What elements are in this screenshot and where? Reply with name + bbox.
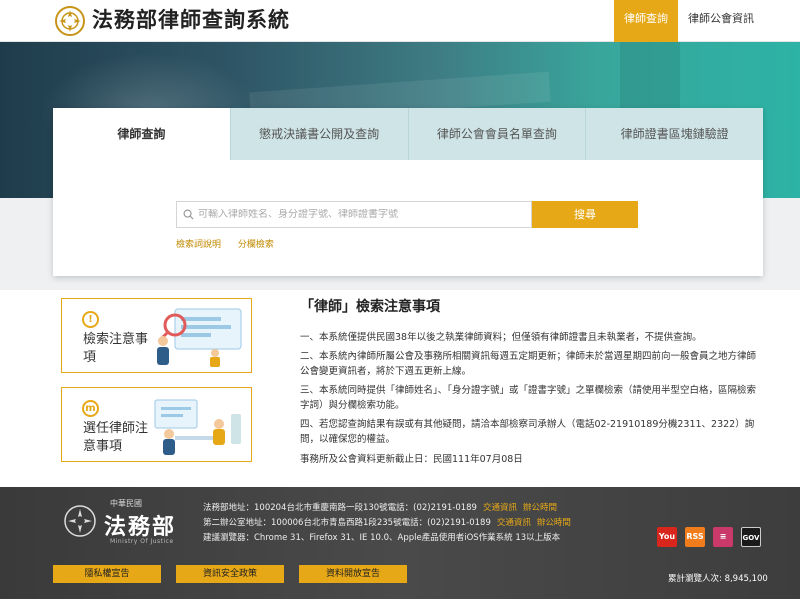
search-input[interactable]: [194, 209, 531, 220]
notes-item: 三、本系統同時提供「律師姓名」、「身分證字號」或「證書字號」之單欄檢索（請使用半…: [300, 385, 757, 411]
search-notes: 「律師」檢索注意事項 一、本系統僅提供民國38年以後之執業律師資料；但僅領有律師…: [300, 296, 760, 465]
privacy-policy-button[interactable]: 隱私權宣告: [53, 565, 161, 583]
side-card-label: 選任律師注意事項: [83, 421, 149, 454]
site-footer: 中華民國 法務部 Ministry Of Justice 法務部地址：10020…: [0, 487, 800, 599]
nav-bar-association-info[interactable]: 律師公會資訊: [678, 0, 764, 42]
search-icon: [183, 209, 194, 220]
ministry-emblem-icon: [64, 505, 96, 537]
top-nav: 律師查詢 律師公會資訊: [614, 0, 764, 42]
office-hours-link[interactable]: 辦公時間: [523, 503, 557, 513]
footer-org-name: 法務部: [104, 514, 177, 540]
site-header: 法務部律師查詢系統 律師查詢 律師公會資訊: [0, 0, 800, 42]
browser-recommendation: 建議瀏覽器：Chrome 31、Firefox 31、IE 10.0、Apple…: [203, 533, 561, 543]
search-tabs: 律師查詢 懲戒決議書公開及查詢 律師公會會員名單查詢 律師證書區塊鏈驗證: [53, 108, 763, 160]
footer-org-prefix: 中華民國: [110, 499, 142, 508]
search-button[interactable]: 搜尋: [532, 201, 638, 228]
nav-lawyer-search[interactable]: 律師查詢: [614, 0, 678, 42]
traffic-info-link[interactable]: 交通資訊: [497, 518, 531, 528]
document-icon: m: [82, 400, 99, 417]
search-row: 搜尋: [176, 201, 638, 228]
notes-item: 四、若您認查詢結果有誤或有其他疑問，請洽本部檢察司承辦人（電話02-219101…: [300, 419, 755, 445]
tab-lawyer-search[interactable]: 律師查詢: [53, 108, 230, 160]
office-hours-link[interactable]: 辦公時間: [537, 518, 571, 528]
notes-item: 一、本系統僅提供民國38年以後之執業律師資料；但僅領有律師證書且未執業者，不提供…: [300, 332, 702, 343]
search-card: 律師查詢 懲戒決議書公開及查詢 律師公會會員名單查詢 律師證書區塊鏈驗證 搜尋 …: [53, 108, 763, 276]
youtube-icon[interactable]: You: [657, 527, 677, 547]
traffic-info-link[interactable]: 交通資訊: [483, 503, 517, 513]
site-title[interactable]: 法務部律師查詢系統: [92, 6, 290, 34]
notes-title: 「律師」檢索注意事項: [300, 299, 440, 315]
second-office-address: 第二辦公室地址：100006台北市青島西路1段235號電話：(02)2191-0…: [203, 518, 491, 528]
ministry-logo-icon[interactable]: [54, 5, 86, 37]
notes-item: 二、本系統內律師所屬公會及事務所相關資訊每週五定期更新；律師未於當週星期四前向一…: [300, 351, 757, 377]
rss-icon[interactable]: RSS: [685, 527, 705, 547]
open-data-button[interactable]: 資料開放宣告: [299, 565, 407, 583]
search-box: [176, 201, 532, 228]
meeting-illustration-icon: [154, 399, 241, 455]
side-card-label: 檢索注意事項: [83, 332, 149, 365]
search-help-links: 檢索詞說明 分欄檢索: [176, 237, 288, 250]
lawyer-selection-notes-card[interactable]: m 選任律師注意事項: [61, 387, 252, 462]
main-office-address: 法務部地址：100204台北市重慶南路一段130號電話：(02)2191-018…: [203, 503, 477, 513]
list-icon[interactable]: ≡: [713, 527, 733, 547]
footer-buttons: 隱私權宣告 資訊安全政策 資料開放宣告: [53, 565, 407, 583]
search-terms-help-link[interactable]: 檢索詞說明: [176, 240, 221, 250]
tab-blockchain-verify[interactable]: 律師證書區塊鏈驗證: [585, 108, 763, 160]
visit-counter: 累計瀏覽人次: 8,945,100: [668, 574, 768, 584]
footer-contact-info: 法務部地址：100204台北市重慶南路一段130號電話：(02)2191-018…: [203, 501, 571, 546]
gov-icon[interactable]: GOV: [741, 527, 761, 547]
search-notes-card[interactable]: ! 檢索注意事項: [61, 298, 252, 373]
tab-disciplinary-decisions[interactable]: 懲戒決議書公開及查詢: [229, 108, 408, 160]
search-illustration-icon: [157, 308, 242, 367]
security-policy-button[interactable]: 資訊安全政策: [176, 565, 284, 583]
tab-member-list[interactable]: 律師公會會員名單查詢: [407, 108, 586, 160]
advanced-search-link[interactable]: 分欄檢索: [238, 240, 274, 250]
data-update-date: 事務所及公會資料更新截止日：民國111年07月08日: [300, 454, 523, 465]
exclamation-icon: !: [82, 311, 99, 328]
footer-org-english: Ministry Of Justice: [110, 538, 174, 545]
social-links: You RSS ≡ GOV: [657, 527, 761, 547]
